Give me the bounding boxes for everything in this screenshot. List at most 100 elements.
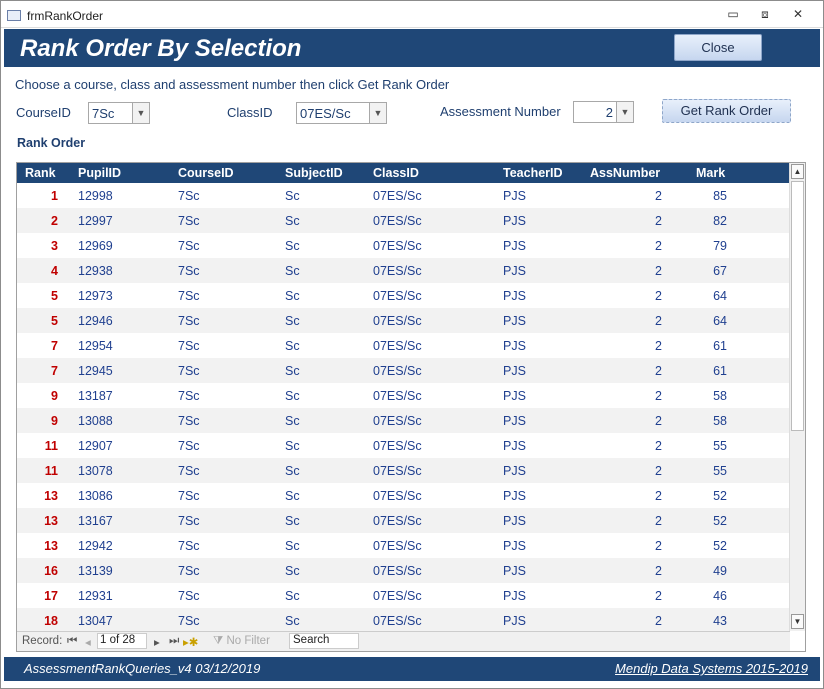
close-button[interactable]: Close [674, 34, 762, 61]
cell-assnumber[interactable]: 2 [617, 264, 662, 278]
table-row[interactable]: 13 13167 7Sc Sc 07ES/Sc PJS 2 52 [17, 508, 790, 533]
cell-classid[interactable]: 07ES/Sc [373, 214, 422, 228]
cell-subjectid[interactable]: Sc [285, 264, 300, 278]
cell-rank[interactable]: 4 [17, 264, 58, 278]
cell-rank[interactable]: 9 [17, 389, 58, 403]
cell-pupilid[interactable]: 13187 [78, 389, 113, 403]
cell-subjectid[interactable]: Sc [285, 364, 300, 378]
cell-pupilid[interactable]: 13047 [78, 614, 113, 628]
cell-subjectid[interactable]: Sc [285, 214, 300, 228]
table-row[interactable]: 9 13187 7Sc Sc 07ES/Sc PJS 2 58 [17, 383, 790, 408]
cell-pupilid[interactable]: 12907 [78, 439, 113, 453]
scroll-thumb[interactable] [791, 181, 804, 431]
cell-mark[interactable]: 55 [687, 439, 727, 453]
cell-assnumber[interactable]: 2 [617, 239, 662, 253]
col-assnumber[interactable]: AssNumber [590, 166, 660, 180]
cell-assnumber[interactable]: 2 [617, 564, 662, 578]
cell-assnumber[interactable]: 2 [617, 439, 662, 453]
cell-rank[interactable]: 3 [17, 239, 58, 253]
cell-rank[interactable]: 7 [17, 364, 58, 378]
cell-assnumber[interactable]: 2 [617, 314, 662, 328]
cell-teacherid[interactable]: PJS [503, 539, 526, 553]
cell-classid[interactable]: 07ES/Sc [373, 439, 422, 453]
cell-assnumber[interactable]: 2 [617, 489, 662, 503]
cell-courseid[interactable]: 7Sc [178, 289, 200, 303]
cell-courseid[interactable]: 7Sc [178, 489, 200, 503]
table-row[interactable]: 9 13088 7Sc Sc 07ES/Sc PJS 2 58 [17, 408, 790, 433]
cell-classid[interactable]: 07ES/Sc [373, 289, 422, 303]
cell-rank[interactable]: 16 [17, 564, 58, 578]
cell-rank[interactable]: 9 [17, 414, 58, 428]
cell-mark[interactable]: 43 [687, 614, 727, 628]
cell-subjectid[interactable]: Sc [285, 289, 300, 303]
table-row[interactable]: 7 12945 7Sc Sc 07ES/Sc PJS 2 61 [17, 358, 790, 383]
cell-pupilid[interactable]: 12938 [78, 264, 113, 278]
cell-subjectid[interactable]: Sc [285, 414, 300, 428]
cell-teacherid[interactable]: PJS [503, 464, 526, 478]
cell-pupilid[interactable]: 12942 [78, 539, 113, 553]
class-combo[interactable]: 07ES/Sc ▼ [296, 102, 387, 124]
cell-mark[interactable]: 52 [687, 514, 727, 528]
cell-teacherid[interactable]: PJS [503, 514, 526, 528]
cell-mark[interactable]: 64 [687, 289, 727, 303]
cell-teacherid[interactable]: PJS [503, 364, 526, 378]
cell-pupilid[interactable]: 12945 [78, 364, 113, 378]
cell-teacherid[interactable]: PJS [503, 339, 526, 353]
table-row[interactable]: 7 12954 7Sc Sc 07ES/Sc PJS 2 61 [17, 333, 790, 358]
cell-pupilid[interactable]: 13078 [78, 464, 113, 478]
cell-pupilid[interactable]: 12931 [78, 589, 113, 603]
cell-pupilid[interactable]: 12954 [78, 339, 113, 353]
cell-rank[interactable]: 5 [17, 314, 58, 328]
cell-classid[interactable]: 07ES/Sc [373, 314, 422, 328]
col-pupilid[interactable]: PupilID [78, 166, 121, 180]
cell-courseid[interactable]: 7Sc [178, 364, 200, 378]
cell-courseid[interactable]: 7Sc [178, 564, 200, 578]
cell-courseid[interactable]: 7Sc [178, 214, 200, 228]
cell-mark[interactable]: 55 [687, 464, 727, 478]
cell-teacherid[interactable]: PJS [503, 214, 526, 228]
scroll-up-icon[interactable]: ▲ [791, 164, 804, 179]
record-position[interactable]: 1 of 28 [97, 633, 147, 649]
close-window-button[interactable]: ✕ [788, 7, 808, 21]
table-row[interactable]: 2 12997 7Sc Sc 07ES/Sc PJS 2 82 [17, 208, 790, 233]
cell-pupilid[interactable]: 12969 [78, 239, 113, 253]
cell-classid[interactable]: 07ES/Sc [373, 514, 422, 528]
table-row[interactable]: 11 12907 7Sc Sc 07ES/Sc PJS 2 55 [17, 433, 790, 458]
cell-classid[interactable]: 07ES/Sc [373, 539, 422, 553]
cell-pupilid[interactable]: 13139 [78, 564, 113, 578]
cell-subjectid[interactable]: Sc [285, 514, 300, 528]
cell-subjectid[interactable]: Sc [285, 539, 300, 553]
cell-assnumber[interactable]: 2 [617, 464, 662, 478]
scroll-down-icon[interactable]: ▼ [791, 614, 804, 629]
table-row[interactable]: 4 12938 7Sc Sc 07ES/Sc PJS 2 67 [17, 258, 790, 283]
next-record-icon[interactable]: ▸ [154, 635, 160, 649]
cell-mark[interactable]: 52 [687, 489, 727, 503]
assessment-combo[interactable]: 2 ▼ [573, 101, 634, 123]
col-classid[interactable]: ClassID [373, 166, 419, 180]
cell-mark[interactable]: 79 [687, 239, 727, 253]
cell-classid[interactable]: 07ES/Sc [373, 489, 422, 503]
cell-assnumber[interactable]: 2 [617, 414, 662, 428]
table-row[interactable]: 13 12942 7Sc Sc 07ES/Sc PJS 2 52 [17, 533, 790, 558]
table-row[interactable]: 17 12931 7Sc Sc 07ES/Sc PJS 2 46 [17, 583, 790, 608]
table-row[interactable]: 5 12973 7Sc Sc 07ES/Sc PJS 2 64 [17, 283, 790, 308]
company-link[interactable]: Mendip Data Systems 2015-2019 [615, 661, 808, 676]
cell-assnumber[interactable]: 2 [617, 539, 662, 553]
cell-pupilid[interactable]: 13167 [78, 514, 113, 528]
chevron-down-icon[interactable]: ▼ [369, 103, 386, 123]
cell-pupilid[interactable]: 12998 [78, 189, 113, 203]
cell-rank[interactable]: 2 [17, 214, 58, 228]
cell-assnumber[interactable]: 2 [617, 364, 662, 378]
cell-teacherid[interactable]: PJS [503, 239, 526, 253]
cell-pupilid[interactable]: 13086 [78, 489, 113, 503]
minimize-button[interactable]: ▭ [723, 7, 743, 21]
cell-teacherid[interactable]: PJS [503, 564, 526, 578]
cell-teacherid[interactable]: PJS [503, 189, 526, 203]
restore-button[interactable]: ⧈ [755, 7, 775, 22]
cell-rank[interactable]: 11 [17, 464, 58, 478]
cell-rank[interactable]: 13 [17, 539, 58, 553]
cell-mark[interactable]: 61 [687, 364, 727, 378]
col-teacherid[interactable]: TeacherID [503, 166, 563, 180]
cell-courseid[interactable]: 7Sc [178, 539, 200, 553]
cell-teacherid[interactable]: PJS [503, 389, 526, 403]
